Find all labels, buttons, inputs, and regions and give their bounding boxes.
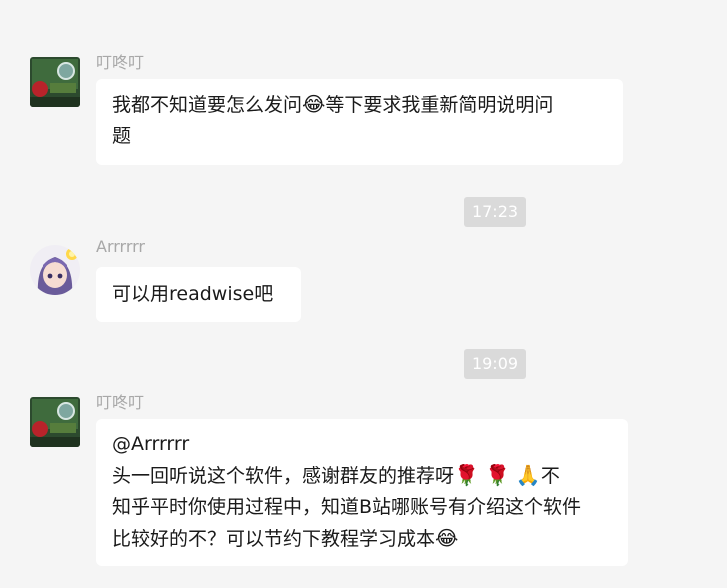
rose-emoji-icon: 🌹 bbox=[454, 463, 479, 487]
message-bubble[interactable]: 可以用readwise吧 bbox=[96, 267, 301, 322]
avatar-dingdongding[interactable] bbox=[30, 397, 80, 447]
folded-hands-emoji-icon: 🙏 bbox=[515, 463, 541, 487]
message-text: 不 bbox=[540, 465, 560, 487]
message-bubble[interactable]: 我都不知道要怎么发问😂等下要求我重新简明说明问 题 bbox=[96, 79, 623, 165]
message-text: 等下要求我重新简明说明问 bbox=[325, 94, 554, 116]
message-text: 知乎平时你使用过程中，知道B站哪账号有介绍这个软件 bbox=[112, 496, 582, 518]
avatar-arrrrrr[interactable] bbox=[30, 245, 80, 295]
message-text: 可以用readwise吧 bbox=[112, 283, 274, 305]
timestamp: 17:23 bbox=[464, 197, 526, 227]
laughing-crying-emoji-icon: 😂 bbox=[435, 526, 459, 550]
message-text: 我都不知道要怎么发问 bbox=[112, 94, 303, 116]
laughing-crying-emoji-icon: 😂 bbox=[302, 92, 326, 116]
message-text: 头一回听说这个软件，感谢群友的推荐呀 bbox=[112, 465, 455, 487]
sender-name: 叮咚叮 bbox=[96, 53, 145, 72]
message-text: 比较好的不？可以节约下教程学习成本 bbox=[112, 528, 436, 550]
avatar-dingdongding[interactable] bbox=[30, 57, 80, 107]
sender-name: 叮咚叮 bbox=[96, 393, 145, 412]
mention-text[interactable]: @Arrrrrr bbox=[112, 429, 612, 460]
timestamp: 19:09 bbox=[464, 349, 526, 379]
sender-name: Arrrrrr bbox=[96, 237, 146, 256]
message-bubble[interactable]: @Arrrrrr 头一回听说这个软件，感谢群友的推荐呀🌹 🌹 🙏不 知乎平时你使… bbox=[96, 419, 628, 566]
message-text: 题 bbox=[112, 125, 132, 147]
rose-emoji-icon: 🌹 bbox=[484, 463, 510, 487]
